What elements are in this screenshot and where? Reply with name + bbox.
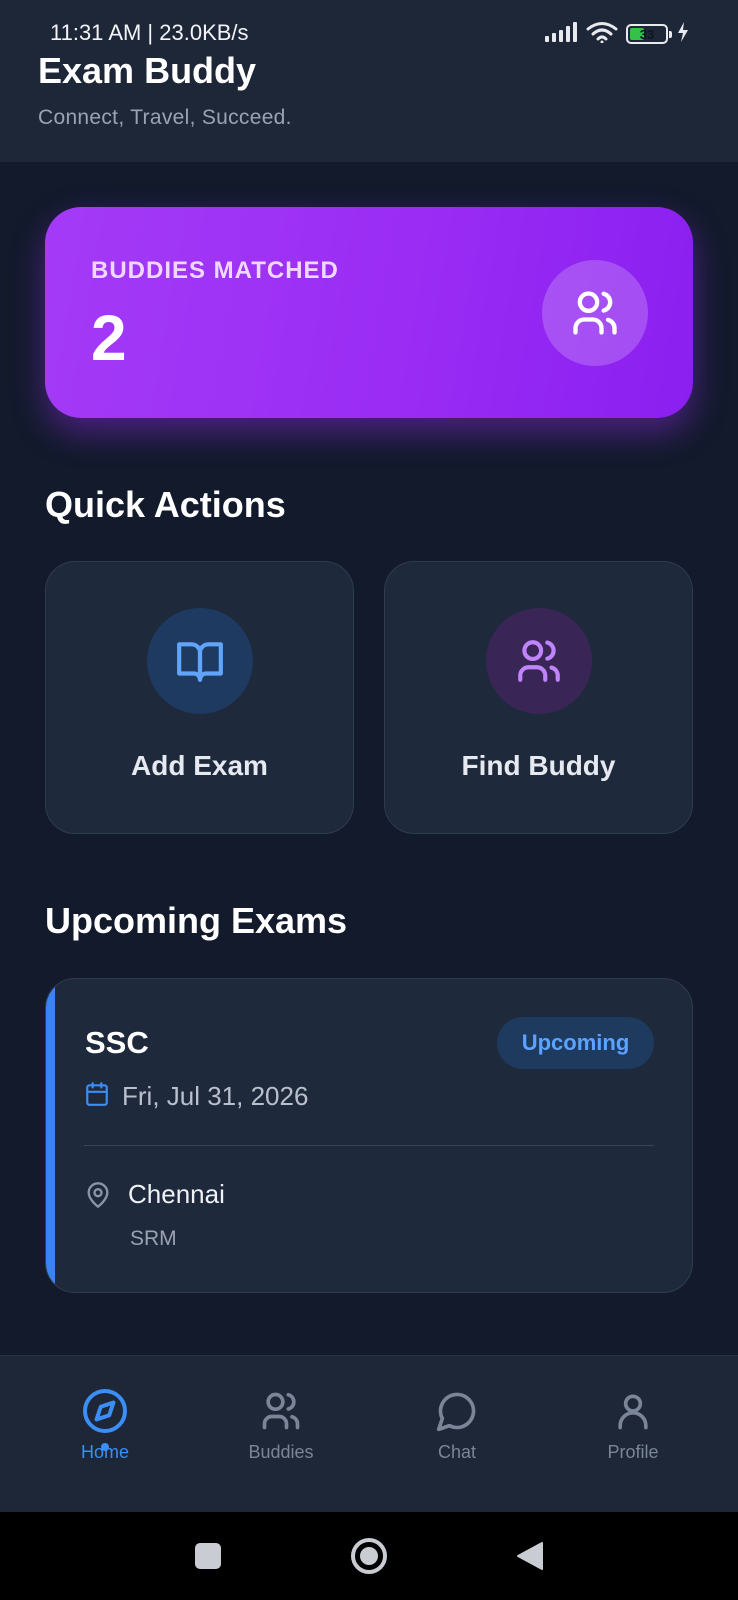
app-header: 11:31 AM | 23.0KB/s 33 Exam Buddy Connec… xyxy=(0,0,738,162)
user-icon xyxy=(609,1387,657,1435)
buddies-matched-label: BUDDIES MATCHED xyxy=(91,257,339,284)
app-screen: 11:31 AM | 23.0KB/s 33 Exam Buddy Connec… xyxy=(0,0,738,1600)
nav-buddies[interactable]: Buddies xyxy=(193,1356,369,1513)
system-nav-bar xyxy=(0,1512,738,1600)
signal-icon xyxy=(544,21,578,47)
users-icon xyxy=(257,1387,305,1435)
home-button[interactable] xyxy=(341,1512,397,1600)
exam-date: Fri, Jul 31, 2026 xyxy=(122,1081,309,1111)
charging-icon xyxy=(676,21,690,48)
status-icons: 33 xyxy=(544,21,690,48)
nav-profile-label: Profile xyxy=(607,1442,659,1462)
users-icon xyxy=(542,260,648,366)
recents-button[interactable] xyxy=(180,1512,236,1600)
exam-accent-bar xyxy=(46,979,55,1292)
nav-buddies-label: Buddies xyxy=(248,1442,314,1462)
buddies-matched-card[interactable]: BUDDIES MATCHED 2 xyxy=(45,207,693,418)
chat-bubble-icon xyxy=(433,1387,481,1435)
status-time: 11:31 AM | 23.0KB/s xyxy=(50,20,249,45)
circle-icon xyxy=(351,1538,387,1574)
wifi-icon xyxy=(586,21,618,48)
square-icon xyxy=(195,1543,221,1569)
exam-card[interactable]: SSC Upcoming Fri, Jul 31, 2026 Chennai S… xyxy=(45,978,693,1293)
calendar-icon xyxy=(84,1081,110,1112)
nav-chat-label: Chat xyxy=(437,1442,477,1462)
exam-date-row: Fri, Jul 31, 2026 xyxy=(84,1081,308,1112)
active-indicator xyxy=(101,1443,109,1451)
app-tagline: Connect, Travel, Succeed. xyxy=(38,106,292,129)
exam-name: SSC xyxy=(85,1025,149,1060)
buddies-matched-count: 2 xyxy=(91,302,127,374)
exam-location-row: Chennai xyxy=(84,1179,225,1214)
users-icon xyxy=(485,608,592,714)
compass-icon xyxy=(81,1387,129,1435)
nav-home[interactable]: Home xyxy=(17,1356,193,1513)
book-open-icon xyxy=(146,608,253,714)
nav-profile[interactable]: Profile xyxy=(545,1356,721,1513)
add-exam-label: Add Exam xyxy=(131,750,268,781)
map-pin-icon xyxy=(84,1181,112,1214)
back-button[interactable] xyxy=(502,1512,558,1600)
add-exam-button[interactable]: Add Exam xyxy=(45,561,354,834)
bottom-nav: Home Buddies Chat Profile xyxy=(0,1355,738,1512)
triangle-back-icon xyxy=(517,1542,543,1570)
quick-actions-title: Quick Actions xyxy=(45,484,286,525)
find-buddy-button[interactable]: Find Buddy xyxy=(384,561,693,834)
divider xyxy=(84,1145,654,1146)
nav-chat[interactable]: Chat xyxy=(369,1356,545,1513)
find-buddy-label: Find Buddy xyxy=(461,750,616,781)
app-title: Exam Buddy xyxy=(38,50,257,91)
exam-venue: SRM xyxy=(130,1227,177,1250)
status-badge: Upcoming xyxy=(497,1017,654,1069)
battery-icon: 33 xyxy=(626,24,672,44)
battery-level: 33 xyxy=(639,26,655,42)
upcoming-exams-title: Upcoming Exams xyxy=(45,900,348,941)
exam-city: Chennai xyxy=(128,1179,225,1209)
